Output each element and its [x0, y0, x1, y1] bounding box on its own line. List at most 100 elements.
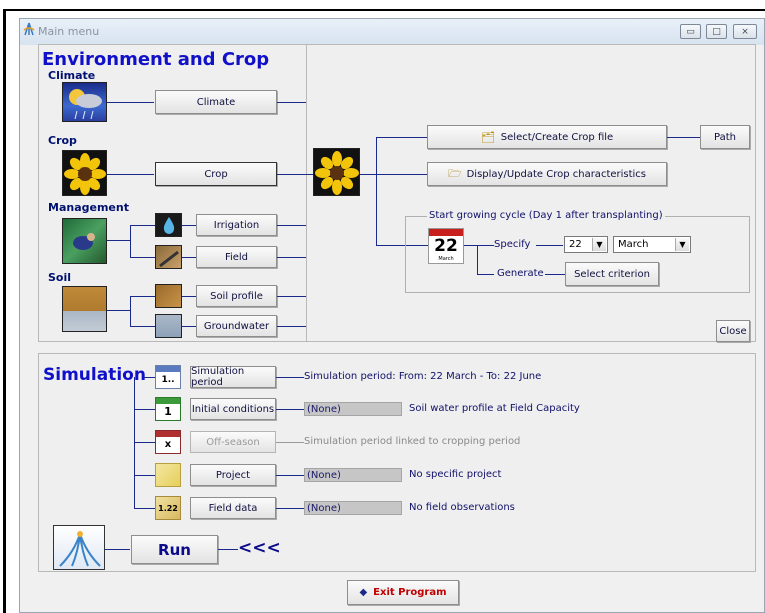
initial-branch [134, 409, 155, 410]
groundwater-branch [130, 326, 155, 327]
month-select-value: March [618, 239, 649, 250]
management-label: Management [48, 201, 129, 214]
select-create-crop-label: Select/Create Crop file [500, 131, 614, 143]
period-text-connector [276, 377, 304, 378]
off-season-button[interactable]: Off-season [190, 431, 276, 453]
management-connector [107, 240, 130, 241]
path-button[interactable]: Path [700, 125, 750, 149]
specify-connector [464, 245, 494, 246]
calendar-offseason-icon: x [155, 430, 181, 454]
field-icon [155, 245, 182, 269]
maximize-button[interactable]: □ [706, 24, 727, 39]
soil-branch [130, 296, 131, 326]
period-icon-text: 1.. [161, 375, 175, 385]
specify-label: Specify [494, 239, 531, 250]
display-update-crop-button[interactable]: 🗁 Display/Update Crop characteristics [427, 162, 667, 186]
run-arrows: <<< [238, 538, 281, 558]
initial-conditions-button[interactable]: Initial conditions [190, 398, 276, 420]
run-connector [105, 549, 130, 550]
display-update-crop-label: Display/Update Crop characteristics [466, 168, 647, 180]
field-right-connector [277, 257, 306, 258]
soil-label: Soil [48, 271, 72, 284]
initial-icon-text: 1 [164, 405, 172, 418]
outer-left-border [3, 11, 6, 613]
month-select[interactable]: March ▼ [613, 236, 691, 253]
run-button[interactable]: Run [131, 535, 218, 564]
offseason-text-connector [276, 442, 304, 443]
run-arrow-connector [218, 549, 238, 550]
minimize-button[interactable]: ▭ [680, 24, 701, 39]
irrigation-right-connector [277, 225, 306, 226]
fielddata-value-connector [276, 508, 304, 509]
environment-heading: Environment and Crop [42, 49, 270, 70]
calendar-initial-icon: 1 [155, 397, 181, 421]
soil-icon [62, 286, 107, 332]
window-title: Main menu [38, 25, 100, 38]
project-icon [155, 463, 181, 487]
irrigation-button[interactable]: Irrigation [196, 214, 277, 236]
day-select-value: 22 [569, 239, 582, 250]
field-button[interactable]: Field [196, 246, 277, 268]
calendar-month: March [438, 256, 454, 262]
field-data-text: No field observations [409, 502, 515, 513]
field-data-button[interactable]: Field data [190, 497, 276, 519]
crop-right-connector [277, 174, 313, 175]
climate-icon [62, 82, 107, 122]
crop-detail-trunk [376, 137, 377, 245]
field-data-value: (None) [304, 501, 402, 515]
select-criterion-button[interactable]: Select criterion [565, 262, 659, 286]
management-branch [130, 225, 131, 257]
project-value-connector [276, 475, 304, 476]
crop-button[interactable]: Crop [155, 162, 277, 186]
generate-connector [477, 274, 494, 275]
climate-connector [107, 102, 154, 103]
irrigation-connector [182, 225, 196, 226]
groundwater-right-connector [277, 326, 306, 327]
simulation-period-button[interactable]: Simulation period [190, 366, 276, 388]
climate-right-connector [277, 102, 306, 103]
groundwater-icon [155, 314, 182, 338]
specify-generate-trunk [477, 245, 478, 274]
crop-connector [107, 174, 154, 175]
crop-detail-connector [360, 174, 376, 175]
selected-crop-icon [313, 148, 360, 196]
exit-program-button[interactable]: ◆ Exit Program [347, 580, 459, 605]
display-crop-branch [376, 174, 427, 175]
offseason-branch [134, 442, 155, 443]
groundwater-connector [182, 326, 196, 327]
groundwater-button[interactable]: Groundwater [196, 315, 277, 337]
soil-profile-right-connector [277, 296, 306, 297]
soil-connector [107, 310, 130, 311]
climate-button[interactable]: Climate [155, 90, 277, 114]
pencil-icon: ◆ [359, 587, 368, 598]
crop-label: Crop [48, 134, 77, 147]
field-branch [130, 257, 155, 258]
climate-label: Climate [48, 69, 96, 82]
fielddata-branch [134, 508, 155, 509]
field-connector [182, 257, 196, 258]
water-drop-icon [155, 213, 182, 237]
management-icon [62, 218, 107, 264]
generate-label: Generate [497, 268, 544, 279]
day-select[interactable]: 22 ▼ [564, 236, 608, 253]
simulation-connector [143, 377, 155, 378]
initial-conditions-value: (None) [304, 402, 402, 416]
simulation-trunk [134, 377, 135, 509]
initial-value-connector [276, 409, 304, 410]
project-value: (None) [304, 468, 402, 482]
crop-detail-panel [306, 44, 756, 342]
project-button[interactable]: Project [190, 464, 276, 486]
irrigation-branch [130, 225, 155, 226]
chevron-down-icon: ▼ [592, 238, 606, 251]
select-create-crop-button[interactable]: 🗂 Select/Create Crop file [427, 125, 667, 149]
outer-top-border [3, 9, 765, 11]
close-window-button[interactable]: ⨯ [733, 24, 757, 39]
folder-open-icon: 🗁 [447, 166, 462, 180]
soil-profile-icon [155, 284, 182, 308]
soil-profile-connector [182, 296, 196, 297]
run-logo-icon [53, 525, 105, 570]
close-panel-button[interactable]: Close [716, 320, 750, 342]
project-branch [134, 475, 155, 476]
criterion-connector [545, 274, 565, 275]
soil-profile-button[interactable]: Soil profile [196, 285, 277, 307]
